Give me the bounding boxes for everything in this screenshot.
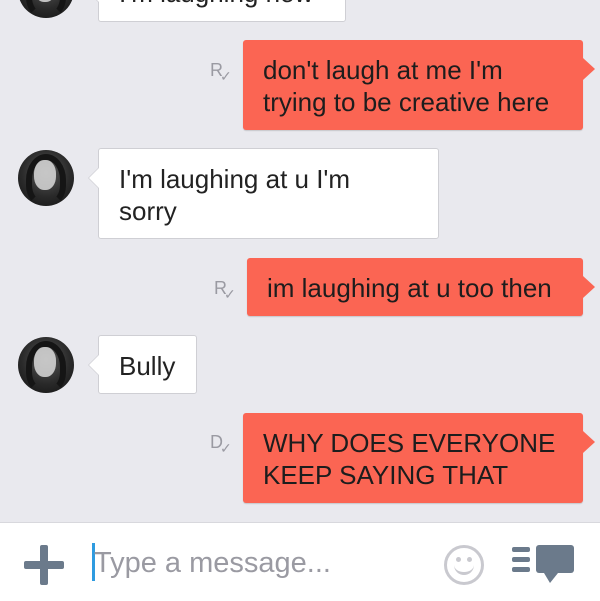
outgoing-message-bubble[interactable]: im laughing at u too then bbox=[247, 258, 595, 316]
message-text: WHY DOES EVERYONE KEEP SAYING THAT bbox=[263, 428, 556, 490]
check-icon: ✓ bbox=[224, 286, 236, 302]
outgoing-message-bubble[interactable]: WHY DOES EVERYONE KEEP SAYING THAT bbox=[243, 413, 595, 503]
message-input[interactable] bbox=[90, 541, 424, 585]
message-text: I'm laughing at u I'm sorry bbox=[119, 164, 351, 226]
message-text: don't laugh at me I'm trying to be creat… bbox=[263, 55, 550, 117]
message-composer bbox=[0, 522, 600, 601]
contact-avatar[interactable] bbox=[18, 337, 74, 393]
message-text: I'm laughing now bbox=[119, 0, 325, 9]
incoming-message-bubble[interactable]: I'm laughing at u I'm sorry bbox=[88, 148, 439, 239]
outgoing-message-bubble[interactable]: don't laugh at me I'm trying to be creat… bbox=[243, 40, 595, 130]
read-status-indicator: R ✓ bbox=[214, 278, 238, 302]
check-icon: ✓ bbox=[220, 68, 232, 84]
contact-avatar[interactable] bbox=[18, 0, 74, 18]
contact-avatar[interactable] bbox=[18, 150, 74, 206]
incoming-message-bubble[interactable]: Bully bbox=[88, 335, 197, 394]
plus-icon[interactable] bbox=[24, 545, 64, 585]
read-status-indicator: R ✓ bbox=[210, 60, 234, 84]
check-icon: ✓ bbox=[220, 440, 232, 456]
sticker-list-icon[interactable] bbox=[512, 543, 576, 587]
delivered-status-indicator: D ✓ bbox=[210, 432, 234, 456]
message-text: im laughing at u too then bbox=[267, 273, 552, 303]
chat-thread[interactable]: I'm laughing now R ✓ don't laugh at me I… bbox=[0, 0, 600, 522]
message-text: Bully bbox=[119, 351, 176, 381]
incoming-message-bubble[interactable]: I'm laughing now bbox=[88, 0, 346, 22]
smiley-icon[interactable] bbox=[444, 545, 484, 585]
